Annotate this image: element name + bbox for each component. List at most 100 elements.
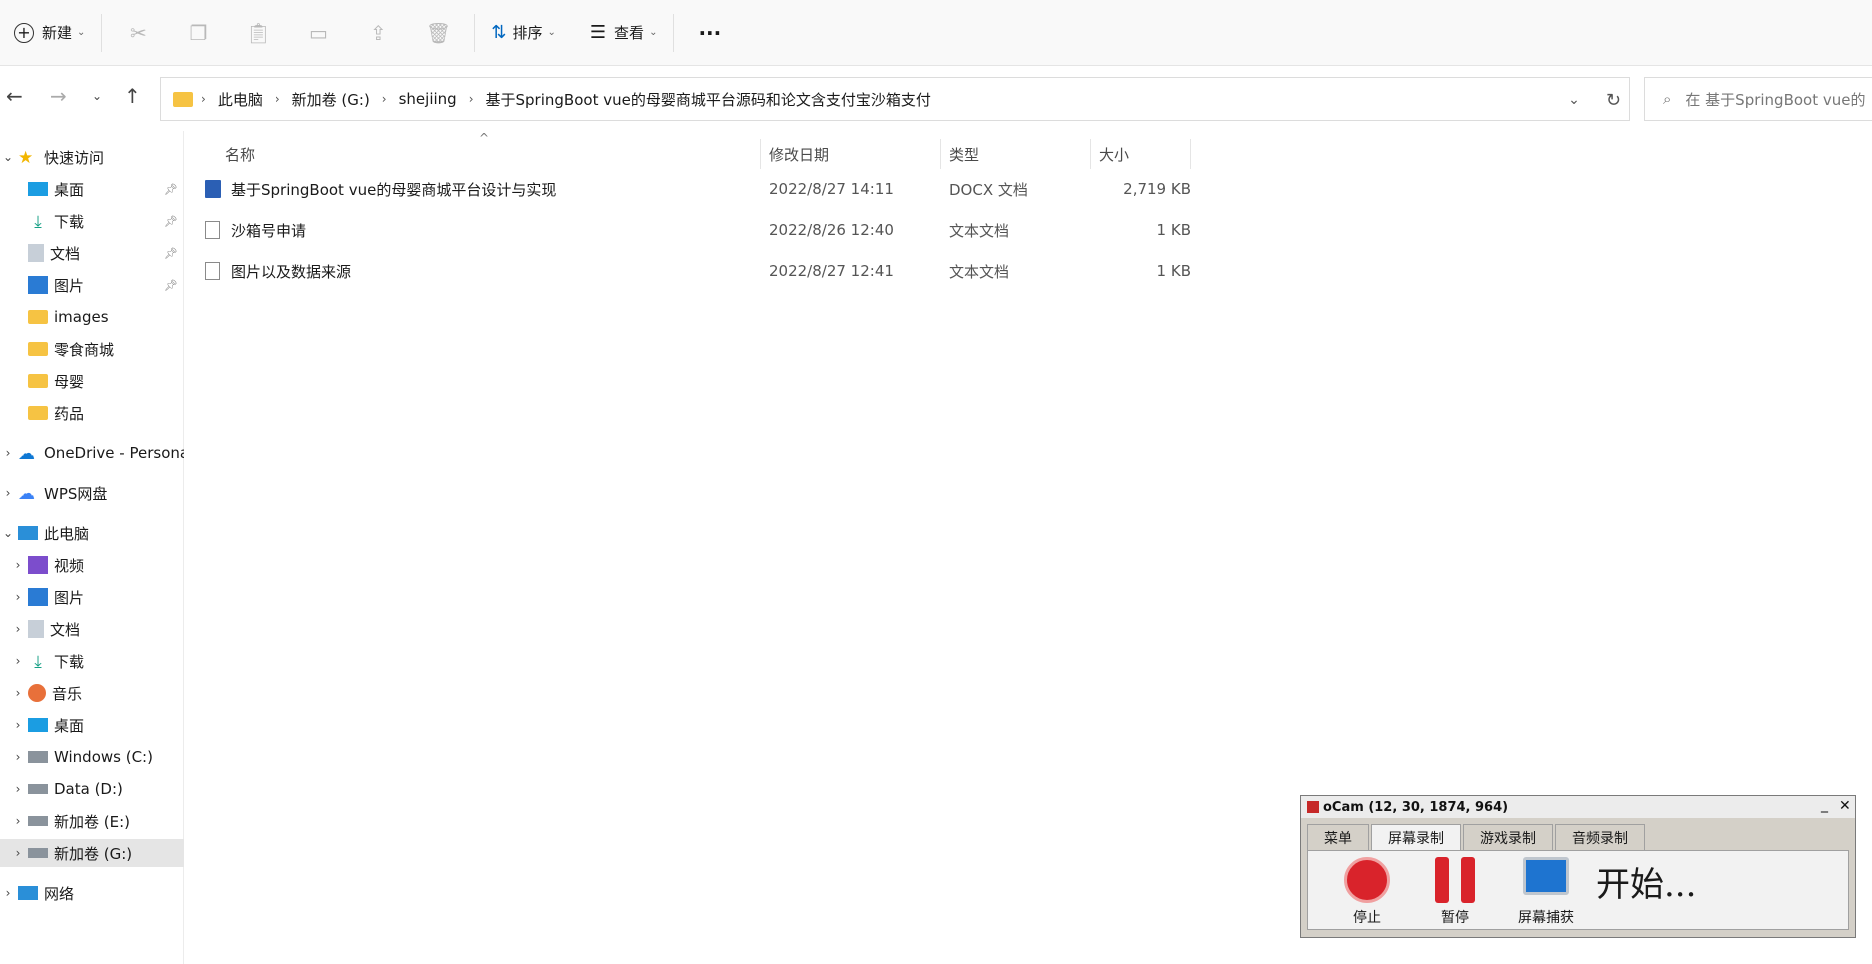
- screen-capture-button[interactable]: 屏幕捕获: [1508, 857, 1584, 927]
- file-date: 2022/8/27 12:41: [769, 262, 894, 280]
- address-bar[interactable]: › 此电脑 › 新加卷 (G:) › shejiing › 基于SpringBo…: [160, 77, 1630, 121]
- rename-icon: ▭: [308, 20, 328, 45]
- pause-label: 暂停: [1441, 910, 1469, 926]
- sidebar-label: Data (D:): [54, 780, 123, 798]
- new-button[interactable]: + 新建 ⌄: [0, 13, 95, 53]
- music-icon: [28, 684, 46, 702]
- breadcrumb-current-folder[interactable]: 基于SpringBoot vue的母婴商城平台源码和论文含支付宝沙箱支付: [486, 89, 931, 110]
- recent-locations-chevron-icon[interactable]: ⌄: [92, 89, 102, 103]
- sidebar-item-pc-desktop[interactable]: › 桌面: [0, 711, 184, 739]
- sidebar-item-downloads[interactable]: ⤓ 下载 📌︎: [0, 207, 184, 235]
- stop-button[interactable]: 停止: [1332, 857, 1402, 927]
- share-icon: ⇪: [370, 20, 387, 45]
- pictures-icon: [28, 276, 48, 294]
- tab-screen-record[interactable]: 屏幕录制: [1371, 824, 1461, 850]
- sort-button[interactable]: ⇅ 排序 ⌄: [481, 13, 566, 53]
- refresh-icon[interactable]: ↻: [1606, 90, 1621, 111]
- sidebar-item-snack-mall[interactable]: 零食商城: [0, 335, 184, 363]
- chevron-right-icon: ›: [15, 750, 21, 764]
- forward-arrow-icon[interactable]: →: [50, 84, 67, 108]
- sidebar-item-documents[interactable]: 文档 📌︎: [0, 239, 184, 267]
- sidebar-item-drive-d[interactable]: › Data (D:): [0, 775, 184, 803]
- file-name: 图片以及数据来源: [231, 262, 352, 281]
- sidebar-item-network[interactable]: › 网络: [0, 879, 184, 907]
- pin-icon[interactable]: 📌︎: [164, 279, 178, 292]
- pin-icon[interactable]: 📌︎: [164, 183, 178, 196]
- cut-button[interactable]: ✂: [108, 13, 168, 53]
- column-header-date[interactable]: 修改日期: [761, 139, 941, 169]
- sidebar-label: 图片: [54, 588, 85, 607]
- minimize-icon[interactable]: _: [1821, 797, 1828, 813]
- windows-drive-icon: [28, 751, 48, 763]
- recording-status: 开始...: [1596, 865, 1697, 905]
- tab-audio-record[interactable]: 音频录制: [1555, 824, 1645, 850]
- address-history-chevron-icon[interactable]: ⌄: [1568, 92, 1580, 108]
- delete-button[interactable]: 🗑︎: [408, 13, 468, 53]
- table-row[interactable]: 图片以及数据来源 2022/8/27 12:41 文本文档 1 KB: [205, 253, 1375, 289]
- sidebar-item-drive-c[interactable]: › Windows (C:): [0, 743, 184, 771]
- table-row[interactable]: 沙箱号申请 2022/8/26 12:40 文本文档 1 KB: [205, 212, 1375, 248]
- sidebar-item-pc-pictures[interactable]: › 图片: [0, 583, 184, 611]
- paste-button[interactable]: 📋︎: [228, 13, 288, 53]
- column-header-name[interactable]: 名称 ^: [185, 131, 761, 169]
- sidebar-item-mother-baby[interactable]: 母婴: [0, 367, 184, 395]
- copy-button[interactable]: ❐: [168, 13, 228, 53]
- sidebar-item-pc-downloads[interactable]: › ⤓ 下载: [0, 647, 184, 675]
- sidebar-item-desktop[interactable]: 桌面 📌︎: [0, 175, 184, 203]
- view-button[interactable]: ☰ 查看 ⌄: [580, 13, 668, 53]
- search-box[interactable]: ⌕ 在 基于SpringBoot vue的: [1644, 77, 1872, 121]
- ocam-title-bar[interactable]: oCam (12, 30, 1874, 964) _ ✕: [1301, 796, 1855, 818]
- column-label: 类型: [949, 145, 980, 164]
- more-options-button[interactable]: ···: [680, 13, 739, 53]
- sidebar-item-drive-g[interactable]: › 新加卷 (G:): [0, 839, 184, 867]
- column-header-type[interactable]: 类型: [941, 139, 1091, 169]
- pause-button[interactable]: 暂停: [1420, 857, 1490, 927]
- sidebar-label: 下载: [54, 652, 85, 671]
- sidebar-label: 母婴: [54, 372, 85, 391]
- sidebar-label: 零食商城: [54, 340, 115, 359]
- sidebar-item-drive-e[interactable]: › 新加卷 (E:): [0, 807, 184, 835]
- sidebar-item-pictures[interactable]: 图片 📌︎: [0, 271, 184, 299]
- breadcrumb-chevron-icon: ›: [201, 92, 206, 106]
- sidebar-label: 网络: [44, 884, 75, 903]
- sidebar-item-this-pc[interactable]: ⌄ 此电脑: [0, 519, 184, 547]
- toolbar-divider: [101, 13, 103, 52]
- chevron-right-icon: ›: [15, 846, 21, 860]
- pin-icon[interactable]: 📌︎: [164, 215, 178, 228]
- close-icon[interactable]: ✕: [1839, 798, 1851, 814]
- table-row[interactable]: 基于SpringBoot vue的母婴商城平台设计与实现 2022/8/27 1…: [205, 171, 1375, 207]
- capture-label: 屏幕捕获: [1518, 910, 1574, 926]
- column-header-size[interactable]: 大小: [1091, 139, 1191, 169]
- sidebar-label: 图片: [54, 276, 85, 295]
- stop-label: 停止: [1353, 910, 1381, 926]
- download-icon: ⤓: [34, 652, 42, 672]
- paste-icon: 📋︎: [245, 20, 272, 45]
- sidebar-label: 快速访问: [44, 148, 105, 167]
- breadcrumb-shejiing[interactable]: shejiing: [399, 90, 457, 108]
- sidebar-item-wps-drive[interactable]: › ☁ WPS网盘: [0, 479, 184, 507]
- ocam-tab-bar: 菜单 屏幕录制 游戏录制 音频录制: [1307, 824, 1647, 850]
- up-arrow-icon[interactable]: ↑: [124, 84, 141, 108]
- chevron-right-icon: ›: [15, 718, 21, 732]
- cloud-icon: ☁: [18, 444, 35, 464]
- tab-game-record[interactable]: 游戏录制: [1463, 824, 1553, 850]
- sidebar-item-music[interactable]: › 音乐: [0, 679, 184, 707]
- search-icon: ⌕: [1663, 90, 1672, 108]
- rename-button[interactable]: ▭: [288, 13, 348, 53]
- breadcrumb-this-pc[interactable]: 此电脑: [218, 89, 263, 110]
- sidebar-label: 桌面: [54, 180, 85, 199]
- folder-icon: [28, 406, 48, 420]
- share-button[interactable]: ⇪: [348, 13, 408, 53]
- sidebar-item-pc-documents[interactable]: › 文档: [0, 615, 184, 643]
- tab-menu[interactable]: 菜单: [1307, 824, 1369, 850]
- pin-icon[interactable]: 📌︎: [164, 247, 178, 260]
- sidebar-item-images[interactable]: images: [0, 303, 184, 331]
- sidebar-item-onedrive[interactable]: › ☁ OneDrive - Persona: [0, 439, 184, 467]
- sidebar-item-medicine[interactable]: 药品: [0, 399, 184, 427]
- back-arrow-icon[interactable]: ←: [6, 84, 23, 108]
- breadcrumb-drive-g[interactable]: 新加卷 (G:): [292, 89, 370, 110]
- sidebar-item-quick-access[interactable]: ⌄ ★ 快速访问: [0, 143, 184, 171]
- sidebar-item-videos[interactable]: › 视频: [0, 551, 184, 579]
- star-icon: ★: [18, 148, 34, 168]
- sidebar-label: OneDrive - Persona: [44, 444, 184, 462]
